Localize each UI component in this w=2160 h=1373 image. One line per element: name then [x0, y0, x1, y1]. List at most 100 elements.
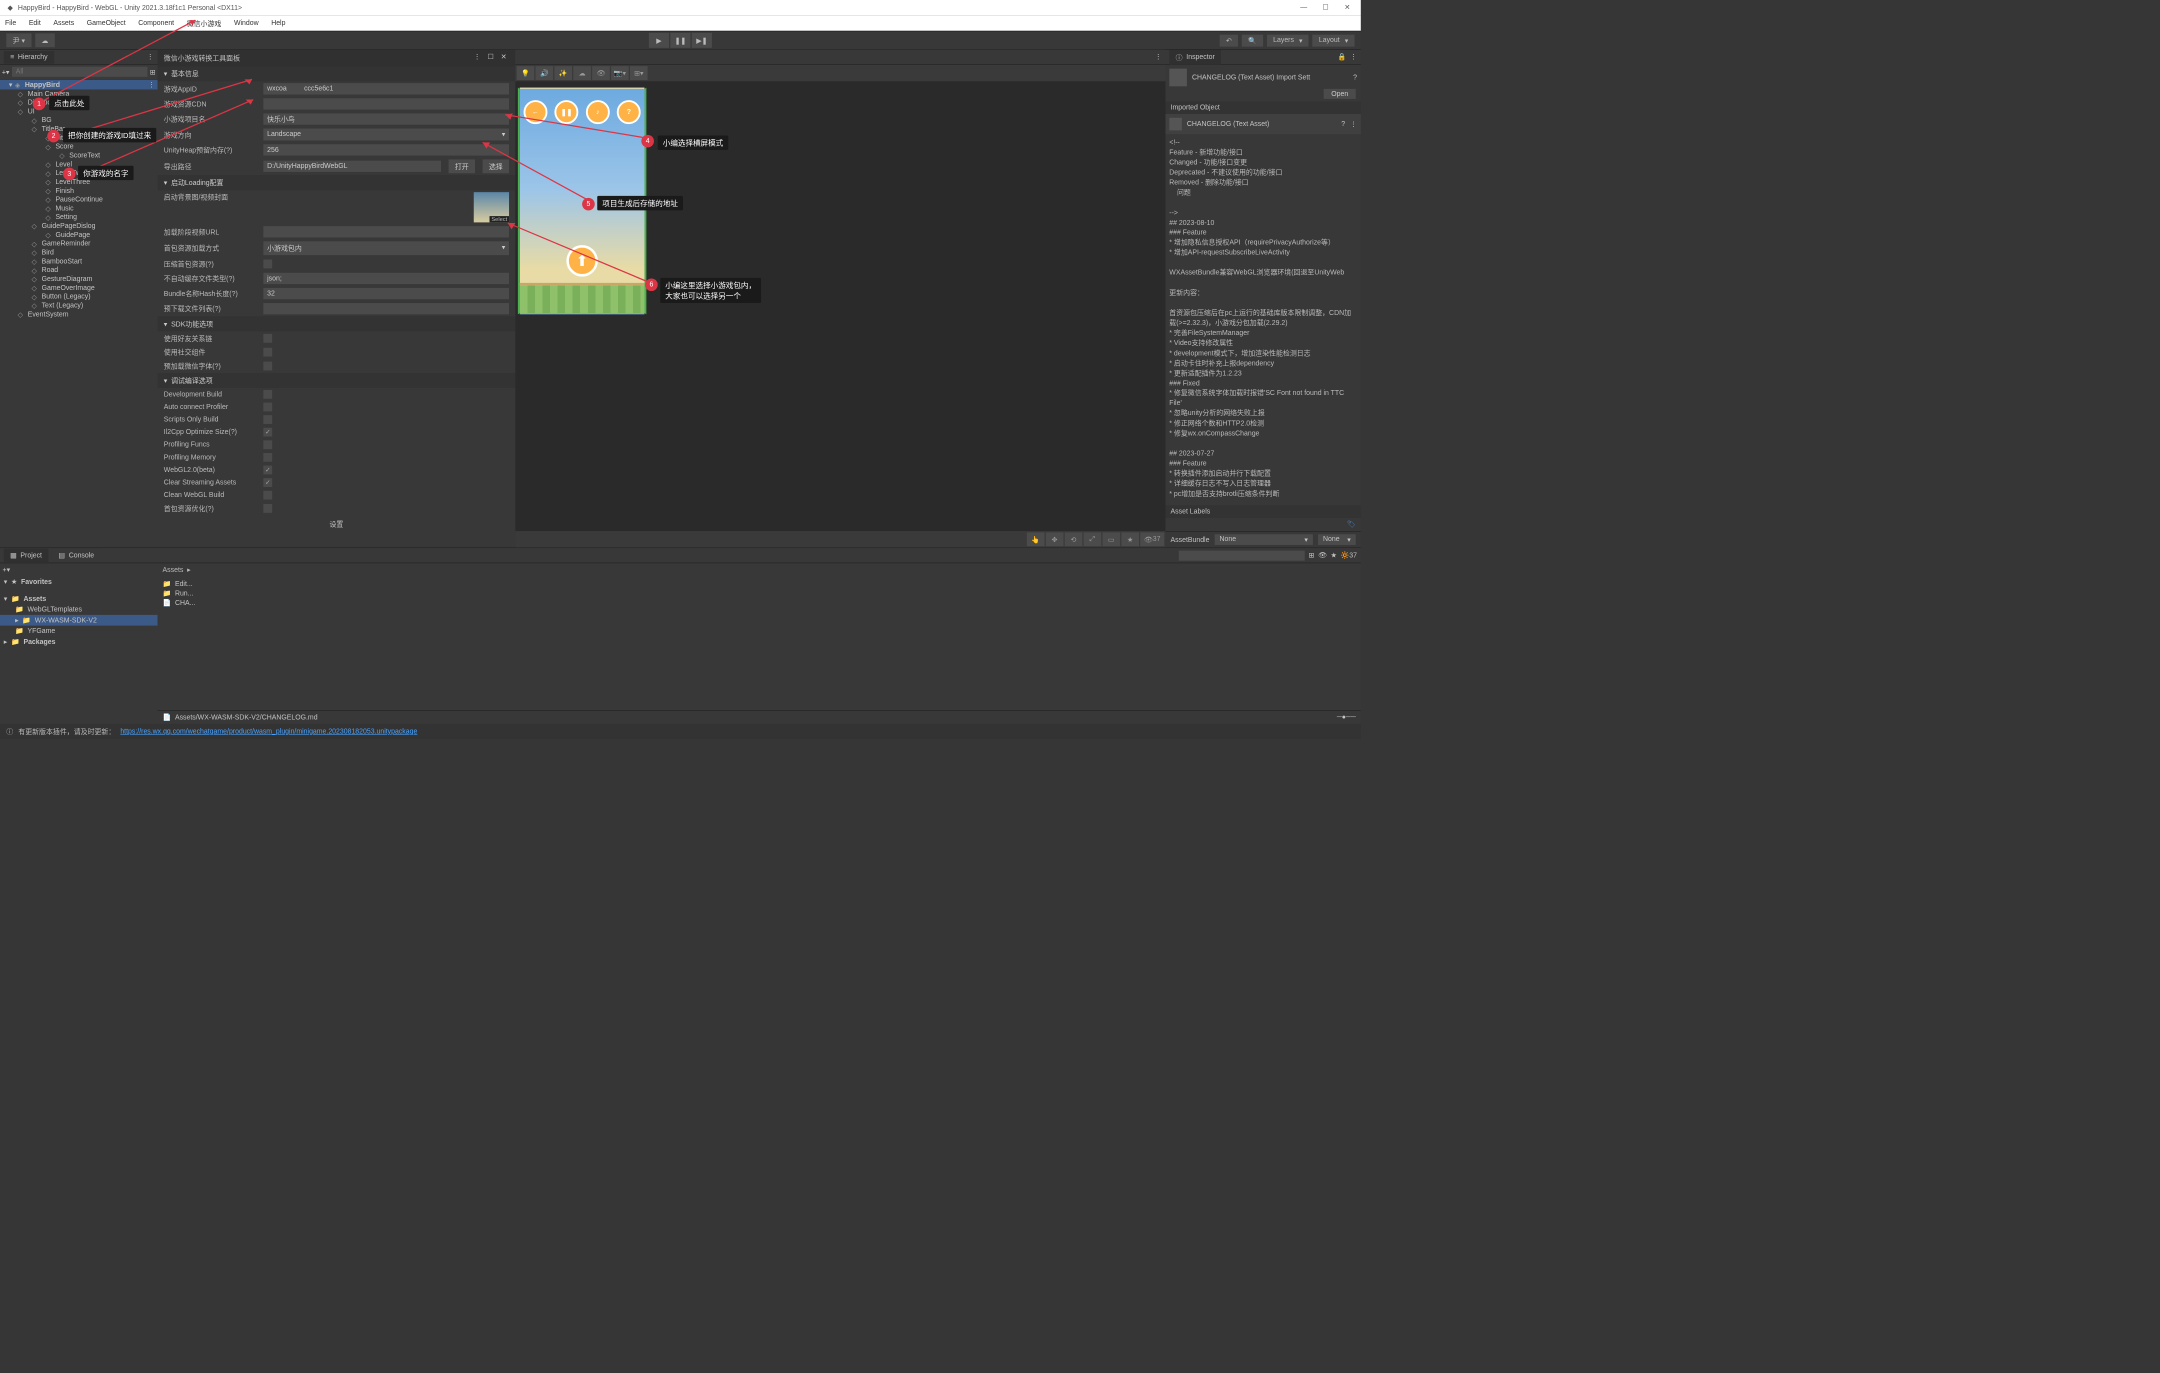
lock-icon[interactable]: 🔒: [1338, 53, 1347, 61]
scale-icon[interactable]: ⤢: [1083, 532, 1101, 546]
rect-icon[interactable]: ▭: [1102, 532, 1120, 546]
menu-edit[interactable]: Edit: [29, 20, 41, 28]
direction-select[interactable]: Landscape▾: [263, 129, 509, 141]
menu-gameobject[interactable]: GameObject: [87, 20, 126, 28]
heap-input[interactable]: [263, 144, 509, 155]
section-sdk[interactable]: ▾ SDK功能选项: [158, 316, 516, 331]
hierarchy-item[interactable]: ◇GameOverImage: [0, 284, 158, 293]
maximize-icon[interactable]: ☐: [1322, 3, 1331, 12]
panel-controls[interactable]: ⋮ ☐ ✕: [474, 53, 509, 63]
kebab-icon[interactable]: ⋮: [1350, 120, 1357, 128]
settings-button[interactable]: 设置: [318, 519, 355, 530]
hierarchy-item[interactable]: ◇ScoreText: [0, 151, 158, 160]
console-tab[interactable]: ▤ Console: [52, 549, 100, 562]
kebab-icon[interactable]: ⋮: [148, 81, 155, 89]
hierarchy-item[interactable]: ◇Text (Legacy): [0, 301, 158, 310]
help-icon[interactable]: ?: [1353, 74, 1357, 82]
close-icon[interactable]: ✕: [1344, 3, 1353, 12]
star-icon[interactable]: ★: [1331, 551, 1337, 559]
firstload-select[interactable]: 小游戏包内▾: [263, 241, 509, 255]
webgl2-checkbox[interactable]: ✓: [263, 466, 272, 475]
skybox-icon[interactable]: ☁: [573, 66, 591, 80]
folder-tree[interactable]: ▾★ Favorites ▾📁 Assets 📁 WebGLTemplates …: [0, 576, 158, 647]
move-icon[interactable]: ✥: [1046, 532, 1064, 546]
inspector-tab[interactable]: ⓘ Inspector: [1169, 49, 1221, 64]
add-icon[interactable]: +▾: [2, 68, 10, 76]
breadcrumb[interactable]: Assets ▸: [158, 563, 1361, 576]
sdk-social-checkbox[interactable]: [263, 348, 272, 357]
hierarchy-item[interactable]: ◇Score: [0, 142, 158, 151]
clean-webgl-checkbox[interactable]: [263, 491, 272, 500]
account-dropdown[interactable]: 尹 ▾: [6, 33, 31, 47]
help-icon[interactable]: ?: [1341, 120, 1345, 128]
sdk-friends-checkbox[interactable]: [263, 334, 272, 343]
hierarchy-item[interactable]: ◇GameReminder: [0, 239, 158, 248]
asset-labels-section[interactable]: Asset Labels: [1166, 505, 1361, 518]
hierarchy-item[interactable]: ◇Button (Legacy): [0, 292, 158, 301]
undo-history-icon[interactable]: ↶: [1220, 34, 1238, 46]
hierarchy-item[interactable]: ◇GuidePageDislog: [0, 222, 158, 231]
appid-input[interactable]: [263, 83, 509, 94]
hierarchy-item[interactable]: ◇GestureDiagram: [0, 275, 158, 284]
zoom-slider[interactable]: ─●──: [1337, 713, 1356, 721]
hash-input[interactable]: [263, 288, 509, 299]
pause-button[interactable]: ❚❚: [670, 33, 690, 48]
section-basic[interactable]: ▾ 基本信息: [158, 66, 516, 81]
project-search[interactable]: [1179, 550, 1305, 560]
menu-assets[interactable]: Assets: [53, 20, 74, 28]
star-icon[interactable]: ★: [1121, 532, 1139, 546]
menu-help[interactable]: Help: [271, 20, 285, 28]
fx-icon[interactable]: ✨: [554, 66, 572, 80]
filter-icon[interactable]: ⊞: [1309, 551, 1315, 559]
gizmo-icon[interactable]: ⊞▾: [630, 66, 648, 80]
assetbundle-select[interactable]: None▾: [1214, 534, 1312, 545]
assetbundle-variant-select[interactable]: None▾: [1318, 534, 1356, 545]
hidden-icon[interactable]: 👁: [592, 66, 610, 80]
predl-input[interactable]: [263, 303, 509, 314]
search-icon[interactable]: 🔍: [1242, 34, 1263, 46]
sdk-font-checkbox[interactable]: [263, 362, 272, 371]
prof-funcs-checkbox[interactable]: [263, 440, 272, 449]
menu-file[interactable]: File: [5, 20, 16, 28]
hierarchy-item[interactable]: ◇BambooStart: [0, 257, 158, 266]
hierarchy-item[interactable]: ◇Music: [0, 204, 158, 213]
hierarchy-tree[interactable]: ▾◈HappyBird⋮ ◇Main Camera◇Directional Li…: [0, 79, 158, 548]
play-button[interactable]: ▶: [649, 33, 669, 48]
il2cpp-checkbox[interactable]: ✓: [263, 428, 272, 437]
hierarchy-item[interactable]: ◇Setting: [0, 213, 158, 222]
project-tab[interactable]: ▦ Project: [4, 549, 49, 562]
panel-menu-icon[interactable]: ⋮: [1155, 53, 1162, 61]
menu-wechat[interactable]: 微信小游戏: [187, 18, 222, 28]
open-button[interactable]: Open: [1324, 89, 1356, 99]
hierarchy-item[interactable]: ◇Finish: [0, 186, 158, 195]
slider-icon[interactable]: 🔆37: [1341, 551, 1357, 559]
hierarchy-item[interactable]: ◇BG: [0, 116, 158, 125]
dev-build-checkbox[interactable]: [263, 390, 272, 399]
cloud-icon[interactable]: ☁: [35, 33, 55, 47]
menu-component[interactable]: Component: [138, 20, 174, 28]
cover-preview[interactable]: Select: [474, 192, 509, 222]
hierarchy-tab[interactable]: ≡ Hierarchy: [4, 51, 54, 64]
first-opt-checkbox[interactable]: [263, 504, 272, 513]
handle-icon[interactable]: 👆: [1027, 532, 1045, 546]
audio-icon[interactable]: 🔊: [536, 66, 554, 80]
clear-stream-checkbox[interactable]: ✓: [263, 478, 272, 487]
compress-checkbox[interactable]: [263, 260, 272, 269]
update-link[interactable]: https://res.wx.qq.com/wechatgame/product…: [120, 728, 417, 736]
minimize-icon[interactable]: —: [1300, 4, 1309, 13]
hierarchy-item[interactable]: ◇Road: [0, 266, 158, 275]
section-loading[interactable]: ▾ 启动Loading配置: [158, 175, 516, 190]
hierarchy-search[interactable]: [12, 67, 147, 77]
hierarchy-item[interactable]: ◇GuidePage: [0, 231, 158, 240]
choose-button[interactable]: 选择: [483, 159, 509, 173]
cdn-input[interactable]: [263, 98, 509, 109]
search-options-icon[interactable]: ⊞: [150, 68, 156, 76]
scripts-only-checkbox[interactable]: [263, 415, 272, 424]
open-button[interactable]: 打开: [449, 159, 475, 173]
rotate-icon[interactable]: ⟲: [1065, 532, 1083, 546]
project-list[interactable]: 📁Edit... 📁Run... 📄CHA...: [158, 576, 1361, 609]
step-button[interactable]: ▶❚: [692, 33, 712, 48]
section-debug[interactable]: ▾ 调试编译选项: [158, 373, 516, 388]
light-icon[interactable]: 💡: [517, 66, 535, 80]
hierarchy-item[interactable]: ◇EventSystem: [0, 310, 158, 319]
